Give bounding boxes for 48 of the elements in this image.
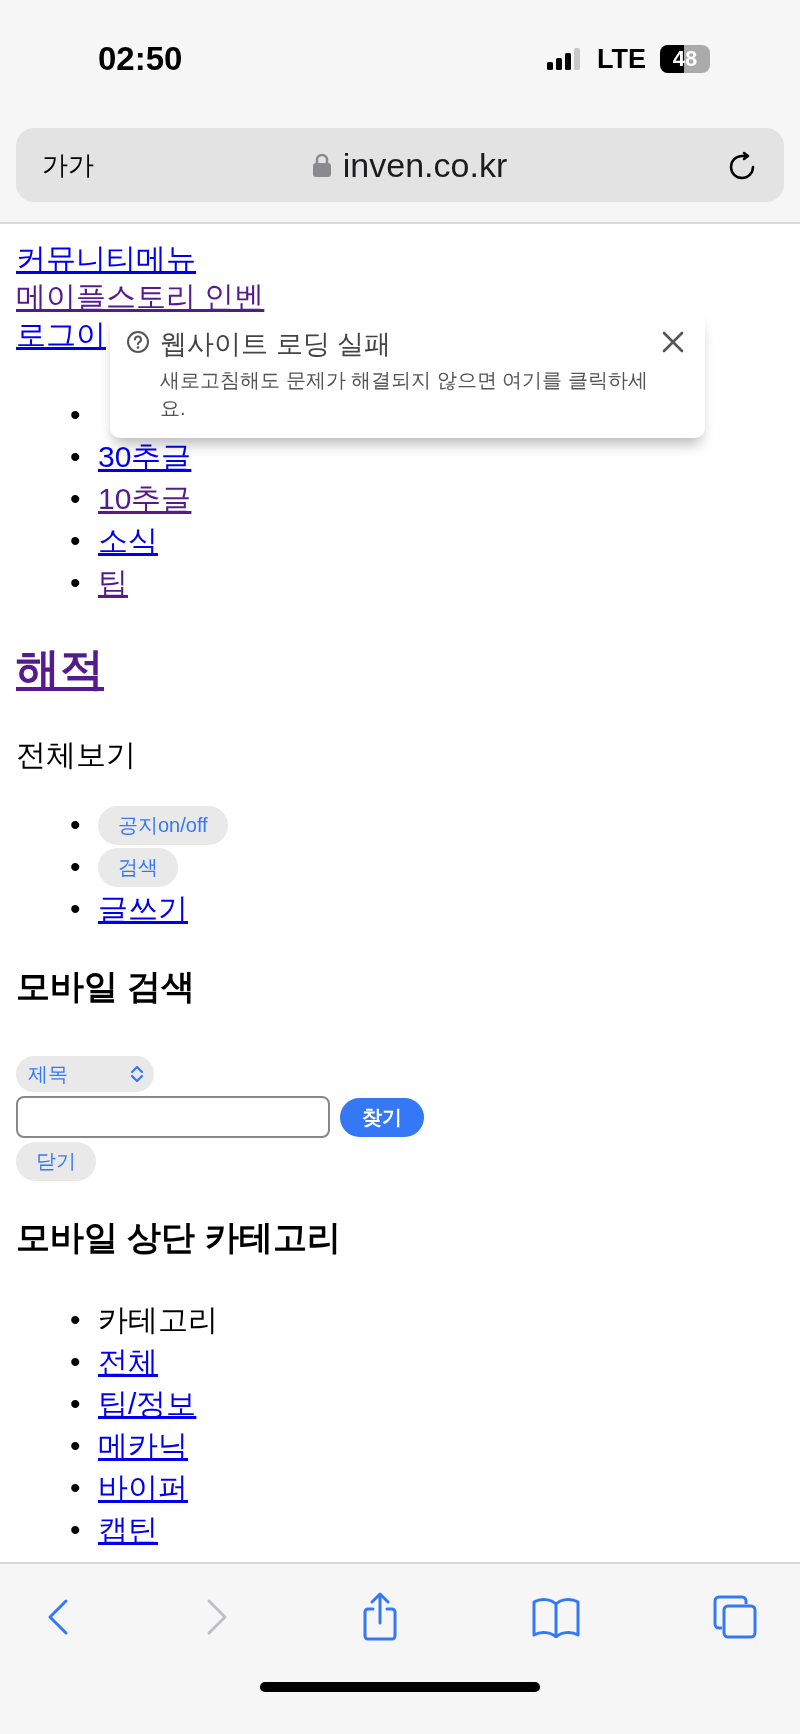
list-bullet: • [70,481,82,517]
url-text: inven.co.kr [342,145,508,185]
list-bullet: • [70,1428,82,1464]
section-heading: 모바일 검색 [16,966,197,1007]
list-bullet: • [70,891,82,927]
category-link[interactable]: 전체 [98,1341,158,1383]
list-bullet: • [70,849,82,885]
list-bullet: • [70,1344,82,1380]
popup-message[interactable]: 새로고침해도 문제가 해결되지 않으면 여기를 클릭하세요. [160,366,651,422]
menu-link[interactable]: 30추글 [98,436,192,478]
text-size-button[interactable]: 가가 [42,147,94,183]
menu-link[interactable]: 소식 [98,520,158,562]
section-heading: 모바일 상단 카테고리 [16,1217,342,1258]
close-icon[interactable] [661,330,685,354]
help-icon [126,330,150,354]
menu-link[interactable]: 10추글 [98,478,192,520]
search-field[interactable] [16,1096,330,1138]
write-link[interactable]: 글쓰기 [98,888,188,930]
status-time: 02:50 [98,40,183,78]
list-bullet: • [70,807,82,843]
list-bullet: • [70,1386,82,1422]
menu-link[interactable]: 팁 [98,562,128,604]
list-bullet: • [70,565,82,601]
list-bullet: • [70,397,82,433]
list-bullet: • [70,1512,82,1548]
nav-link[interactable]: 로그이 [16,316,106,354]
bookmarks-icon[interactable] [531,1596,581,1638]
tabs-icon[interactable] [712,1594,758,1640]
list-bullet: • [70,1302,82,1338]
category-link[interactable]: 팁/정보 [98,1383,197,1425]
board-title-link[interactable]: 해적 [16,644,104,693]
category-label: 카테고리 [98,1302,218,1338]
signal-icon [547,48,583,70]
nav-link[interactable]: 커뮤니티메뉴 [16,240,196,278]
category-link[interactable]: 바이퍼 [98,1467,188,1509]
popup-title: 웹사이트 로딩 실패 [160,328,392,361]
view-all-text: 전체보기 [16,737,137,773]
category-link[interactable]: 메카닉 [98,1425,188,1467]
list-bullet: • [70,439,82,475]
category-link[interactable]: 캡틴 [98,1509,158,1551]
error-popup[interactable]: 웹사이트 로딩 실패 새로고침해도 문제가 해결되지 않으면 여기를 클릭하세요. [110,312,705,438]
list-bullet: • [70,523,82,559]
list-bullet: • [70,1470,82,1506]
address-bar[interactable]: 가가 inven.co.kr [16,128,784,202]
network-label: LTE [597,43,646,75]
find-button[interactable]: 찾기 [340,1097,424,1137]
chevron-icon [130,1065,144,1083]
lock-icon [312,153,331,177]
